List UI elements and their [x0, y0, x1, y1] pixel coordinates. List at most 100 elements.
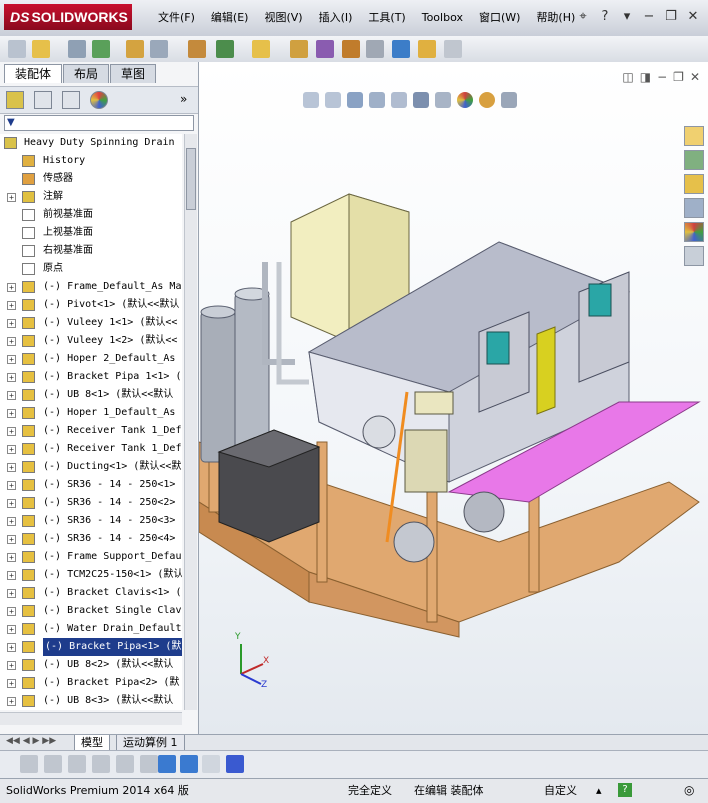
origins-icon[interactable] [158, 755, 176, 773]
tree-item[interactable]: 传感器 [0, 170, 182, 188]
tree-item[interactable]: + (-) Bracket Single Clav [0, 602, 182, 620]
tree-horizontal-scrollbar[interactable] [0, 712, 182, 725]
notification-icon[interactable]: ◎ [684, 782, 694, 799]
expand-icon[interactable]: + [7, 193, 16, 202]
menu-toolbox[interactable]: Toolbox [414, 9, 471, 27]
hidden-lines-icon[interactable] [44, 755, 62, 773]
reference-geometry-icon[interactable] [342, 40, 360, 58]
open-folder-icon[interactable] [32, 40, 50, 58]
tab-nav-icons[interactable]: ◀◀ ◀ ▶ ▶▶ [6, 736, 56, 746]
tree-item[interactable]: 上视基准面 [0, 224, 182, 242]
tree-item[interactable]: 前视基准面 [0, 206, 182, 224]
tab-assembly[interactable]: 装配体 [4, 64, 63, 83]
tree-item[interactable]: + (-) SR36 - 14 - 250<4> [0, 530, 182, 548]
tree-item[interactable]: + (-) UB 8<2> (默认<<默认 [0, 656, 182, 674]
save-icon[interactable] [226, 755, 244, 773]
help-button[interactable]: ? [596, 8, 614, 26]
shaded-icon[interactable] [92, 755, 110, 773]
mate-icon[interactable] [150, 40, 168, 58]
tree-item[interactable]: + (-) Ducting<1> (默认<<默 [0, 458, 182, 476]
expand-icon[interactable]: + [7, 445, 16, 454]
tree-item[interactable]: + 注解 [0, 188, 182, 206]
expand-icon[interactable]: + [7, 607, 16, 616]
tab-model[interactable]: 模型 [74, 735, 110, 751]
materials-icon[interactable] [392, 40, 410, 58]
scrollbar-thumb[interactable] [186, 148, 196, 210]
tab-layout[interactable]: 布局 [63, 64, 110, 83]
expand-icon[interactable]: + [7, 697, 16, 706]
insert-component-icon[interactable] [126, 40, 144, 58]
table-icon[interactable] [202, 755, 220, 773]
tab-sketch[interactable]: 草图 [110, 64, 157, 83]
tree-item[interactable]: + (-) Hoper 2_Default_As [0, 350, 182, 368]
tab-motion-study[interactable]: 运动算例 1 [116, 735, 185, 751]
expand-icon[interactable]: + [7, 301, 16, 310]
paperclip-icon[interactable] [68, 40, 86, 58]
expand-icon[interactable]: + [7, 553, 16, 562]
rebuild-icon[interactable] [92, 40, 110, 58]
explode-icon[interactable] [252, 40, 270, 58]
feature-manager-icon[interactable] [6, 91, 24, 109]
close-button[interactable]: ✕ [684, 8, 702, 26]
tree-item[interactable]: + (-) Bracket Clavis<1> ( [0, 584, 182, 602]
perspective-icon[interactable] [116, 755, 134, 773]
expand-icon[interactable]: + [7, 499, 16, 508]
shaded-edges-icon[interactable] [68, 755, 86, 773]
tree-item[interactable]: + (-) Hoper 1_Default_As [0, 404, 182, 422]
tree-item[interactable]: + (-) Receiver Tank 1_Def [0, 422, 182, 440]
expand-icon[interactable]: + [7, 463, 16, 472]
tree-item[interactable]: + (-) UB 8<3> (默认<<默认 [0, 692, 182, 710]
assembly-features-icon[interactable] [316, 40, 334, 58]
expand-icon[interactable]: + [7, 679, 16, 688]
new-document-icon[interactable] [8, 40, 26, 58]
display-manager-icon[interactable] [90, 91, 108, 109]
tree-vertical-scrollbar[interactable] [184, 134, 197, 710]
snapshot-icon[interactable] [418, 40, 436, 58]
tree-item[interactable]: + (-) SR36 - 14 - 250<3> [0, 512, 182, 530]
wireframe-icon[interactable] [20, 755, 38, 773]
shaded-view-icon[interactable] [180, 755, 198, 773]
tree-item[interactable]: + (-) SR36 - 14 - 250<2> [0, 494, 182, 512]
menu-view[interactable]: 视图(V) [256, 9, 310, 27]
solidworks-logo[interactable]: DS SOLIDWORKS [4, 4, 132, 30]
tree-item[interactable]: + (-) Water Drain_Default [0, 620, 182, 638]
tree-item[interactable]: + (-) Vuleey 1<1> (默认<< [0, 314, 182, 332]
expand-icon[interactable]: + [7, 571, 16, 580]
tree-item[interactable]: + (-) TCM2C25-150<1> (默认 [0, 566, 182, 584]
tree-item[interactable]: + (-) Bracket Pipa<1> (默 [0, 638, 182, 656]
move-component-icon[interactable] [216, 40, 234, 58]
tree-item[interactable]: 原点 [0, 260, 182, 278]
chevron-down-icon[interactable]: ▾ [618, 8, 636, 26]
property-manager-icon[interactable] [34, 91, 52, 109]
expand-icon[interactable]: + [7, 661, 16, 670]
tree-item[interactable]: + (-) Bracket Pipa<2> (默 [0, 674, 182, 692]
restore-button[interactable]: ❐ [662, 8, 680, 26]
expand-icon[interactable]: + [7, 373, 16, 382]
expand-icon[interactable]: + [7, 535, 16, 544]
graphics-area[interactable]: ◫ ◨ − ❐ ✕ Y X Z [199, 62, 708, 734]
tree-item[interactable]: + (-) Receiver Tank 1_Def [0, 440, 182, 458]
expand-icon[interactable]: + [7, 337, 16, 346]
expand-icon[interactable]: + [7, 391, 16, 400]
instant3d-icon[interactable] [444, 40, 462, 58]
menu-window[interactable]: 窗口(W) [471, 9, 528, 27]
chevron-up-icon[interactable]: ▴ [596, 782, 602, 799]
filter-field[interactable]: ▼ [4, 115, 194, 131]
interference-icon[interactable] [290, 40, 308, 58]
configuration-manager-icon[interactable] [62, 91, 80, 109]
expand-icon[interactable]: + [7, 481, 16, 490]
tree-item[interactable]: + (-) Vuleey 1<2> (默认<< [0, 332, 182, 350]
tree-item[interactable]: + (-) Frame_Default_As Ma [0, 278, 182, 296]
expand-icon[interactable]: + [7, 643, 16, 652]
tree-item[interactable]: + (-) UB 8<1> (默认<<默认 [0, 386, 182, 404]
tree-item[interactable]: History [0, 152, 182, 170]
menu-tools[interactable]: 工具(T) [360, 9, 413, 27]
expand-icon[interactable]: + [7, 283, 16, 292]
pin-icon[interactable]: ⌖ [574, 8, 592, 26]
help-status-icon[interactable]: ? [618, 783, 632, 797]
smart-fastener-icon[interactable] [188, 40, 206, 58]
tree-item[interactable]: + (-) Frame Support_Defau [0, 548, 182, 566]
section-icon[interactable] [140, 755, 158, 773]
expand-icon[interactable]: + [7, 355, 16, 364]
tree-item[interactable]: + (-) Bracket Pipa 1<1> ( [0, 368, 182, 386]
